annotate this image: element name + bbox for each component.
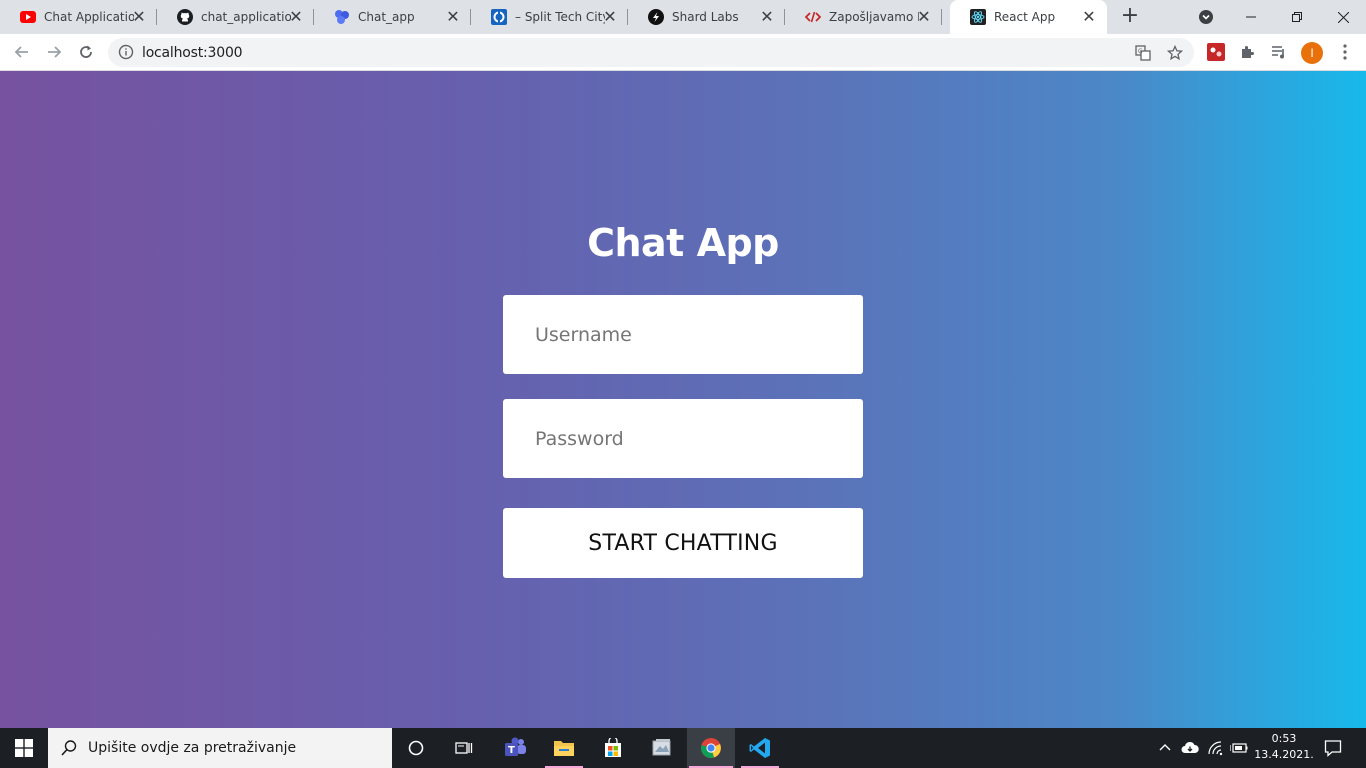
close-icon[interactable]: ✕	[445, 9, 461, 25]
tab-title: Shard Labs	[672, 10, 739, 24]
tab-split-tech-city[interactable]: – Split Tech City ✕	[471, 0, 628, 34]
split-tech-icon	[491, 9, 507, 25]
youtube-icon	[20, 9, 36, 25]
bookmark-star-icon[interactable]	[1166, 44, 1184, 62]
microsoft-store-icon[interactable]	[591, 728, 635, 768]
tab-github[interactable]: chat_application/ ✕	[157, 0, 314, 34]
shard-labs-icon	[648, 9, 664, 25]
tab-title: Chat_app	[358, 10, 415, 24]
username-input[interactable]	[503, 295, 863, 374]
chat-engine-icon	[334, 9, 350, 25]
windows-start-icon[interactable]	[0, 728, 48, 768]
info-icon[interactable]	[118, 44, 134, 60]
chrome-taskbar-icon[interactable]	[687, 728, 735, 768]
address-bar[interactable]: localhost:3000 G	[108, 38, 1194, 67]
password-input[interactable]	[503, 399, 863, 478]
notifications-icon[interactable]	[1318, 728, 1348, 768]
tab-title: Zapošljavamo Fro	[829, 10, 919, 24]
tab-search-icon[interactable]	[1198, 9, 1214, 25]
close-icon[interactable]: ✕	[1081, 9, 1097, 25]
system-clock[interactable]: 0:53 13.4.2021.	[1252, 731, 1316, 763]
browser-tab-strip: Chat Application ✕ chat_application/ ✕ C…	[0, 0, 1366, 34]
translate-icon[interactable]: G	[1134, 44, 1152, 62]
cortana-icon[interactable]	[394, 728, 438, 768]
svg-text:G: G	[1138, 48, 1143, 55]
tab-react-app[interactable]: React App ✕	[950, 0, 1107, 34]
wifi-icon[interactable]	[1204, 728, 1228, 768]
browser-toolbar: localhost:3000 G I	[0, 34, 1366, 71]
search-icon	[60, 739, 78, 757]
taskbar-search-box[interactable]: Upišite ovdje za pretraživanje	[48, 728, 392, 768]
github-icon	[177, 9, 193, 25]
close-window-icon[interactable]	[1320, 0, 1366, 34]
onedrive-cloud-icon[interactable]	[1178, 728, 1202, 768]
tab-title: Chat Application	[44, 10, 134, 24]
reload-icon[interactable]	[74, 40, 98, 64]
photos-app-icon[interactable]	[640, 728, 684, 768]
tab-chat-app[interactable]: Chat_app ✕	[314, 0, 471, 34]
url-text[interactable]: localhost:3000	[142, 45, 243, 61]
more-menu-icon[interactable]	[1337, 42, 1353, 62]
code-icon	[805, 9, 821, 25]
extensions-puzzle-icon[interactable]	[1238, 42, 1258, 62]
extension-red-icon[interactable]	[1206, 42, 1226, 62]
minimize-icon[interactable]	[1228, 0, 1274, 34]
file-explorer-icon[interactable]	[543, 728, 585, 768]
tab-zaposljavamo[interactable]: Zapošljavamo Fro ✕	[785, 0, 942, 34]
search-placeholder: Upišite ovdje za pretraživanje	[88, 740, 297, 756]
windows-taskbar: Upišite ovdje za pretraživanje T 0:53 13…	[0, 728, 1366, 768]
react-icon	[970, 9, 986, 25]
forward-arrow-icon[interactable]	[42, 40, 66, 64]
tab-title: React App	[994, 10, 1056, 24]
new-tab-button[interactable]: +	[1118, 5, 1142, 29]
tab-shard-labs[interactable]: Shard Labs ✕	[628, 0, 785, 34]
close-icon[interactable]: ✕	[131, 9, 147, 25]
close-icon[interactable]: ✕	[916, 9, 932, 25]
task-view-icon[interactable]	[442, 728, 486, 768]
tab-separator	[941, 9, 942, 25]
tab-chat-application[interactable]: Chat Application ✕	[0, 0, 157, 34]
tab-title: – Split Tech City	[515, 10, 605, 24]
battery-icon[interactable]	[1228, 728, 1250, 768]
restore-icon[interactable]	[1274, 0, 1320, 34]
page-title: Chat App	[587, 221, 779, 265]
teams-icon[interactable]: T	[493, 728, 537, 768]
close-icon[interactable]: ✕	[288, 9, 304, 25]
chat-login-page: Chat App START CHATTING	[0, 71, 1366, 728]
clock-date: 13.4.2021.	[1254, 748, 1314, 761]
close-icon[interactable]: ✕	[759, 9, 775, 25]
start-chatting-button[interactable]: START CHATTING	[503, 508, 863, 578]
chevron-up-icon[interactable]	[1154, 728, 1176, 768]
vscode-icon[interactable]	[739, 728, 781, 768]
close-icon[interactable]: ✕	[602, 9, 618, 25]
tab-title: chat_application/	[201, 10, 291, 24]
back-arrow-icon[interactable]	[10, 40, 34, 64]
clock-time: 0:53	[1271, 732, 1297, 745]
svg-text:T: T	[508, 745, 515, 756]
profile-avatar[interactable]: I	[1301, 42, 1323, 64]
media-queue-icon[interactable]	[1269, 42, 1289, 62]
